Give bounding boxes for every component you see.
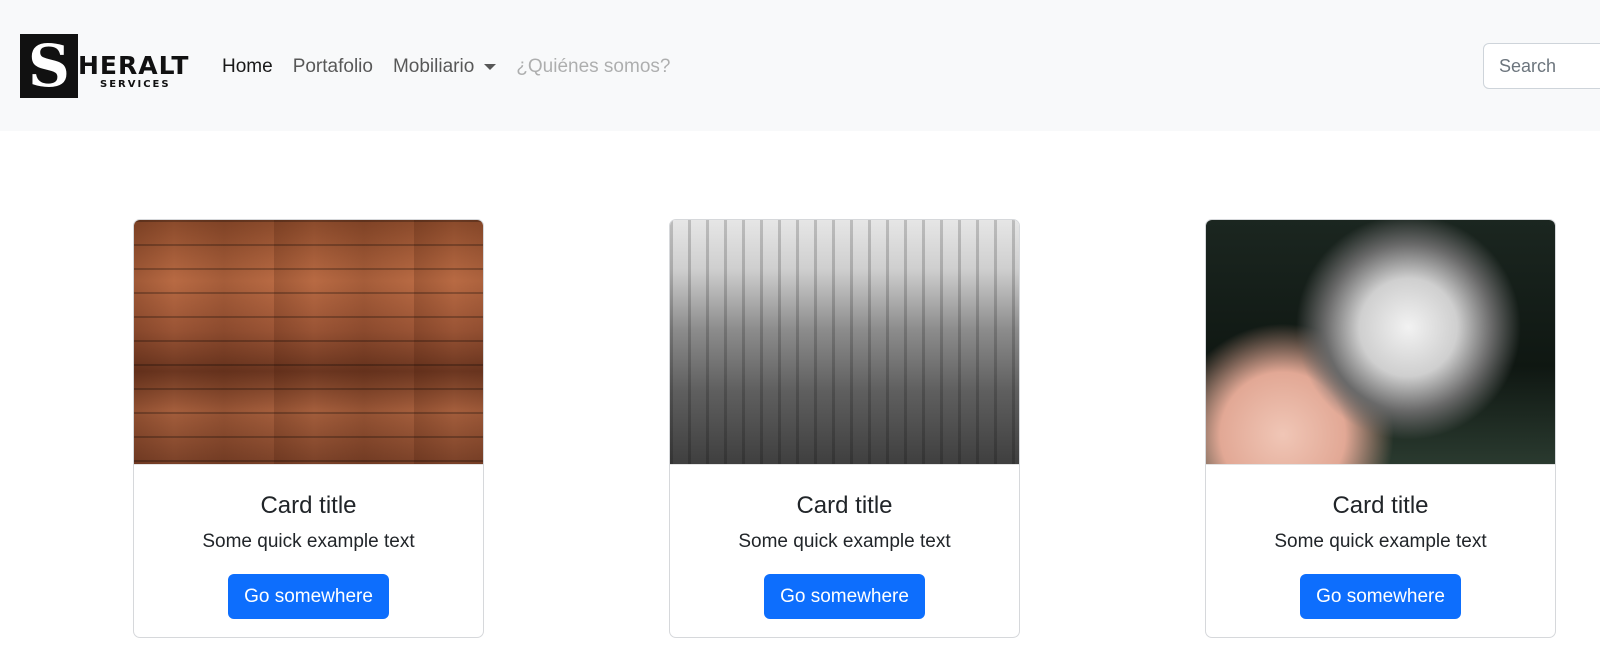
main-nav: Home Portafolio Mobiliario ¿Quiénes somo…	[222, 52, 690, 82]
nav-link-quienes-somos: ¿Quiénes somos?	[516, 56, 671, 77]
navbar: S HERALT SERVICES Home Portafolio Mobili…	[0, 0, 1600, 131]
dandelion-image	[1206, 220, 1555, 465]
card-1: Card title Some quick example text Go so…	[133, 219, 484, 638]
go-somewhere-button[interactable]: Go somewhere	[1300, 574, 1461, 619]
wood-planks-image	[134, 220, 483, 465]
card-body: Card title Some quick example text Go so…	[134, 465, 483, 619]
nav-link-portafolio[interactable]: Portafolio	[293, 56, 373, 78]
city-skyline-image	[670, 220, 1019, 465]
card-body: Card title Some quick example text Go so…	[1206, 465, 1555, 619]
nav-dropdown-mobiliario[interactable]: Mobiliario	[392, 56, 497, 78]
card-title: Card title	[1332, 492, 1429, 519]
brand-logo-subtitle: SERVICES	[100, 79, 171, 90]
brand-logo-letter: S	[20, 34, 78, 98]
go-somewhere-button[interactable]: Go somewhere	[764, 574, 925, 619]
brand-logo-word: HERALT	[78, 51, 190, 80]
card-3: Card title Some quick example text Go so…	[1205, 219, 1556, 638]
nav-link-home[interactable]: Home	[222, 56, 273, 78]
card-2: Card title Some quick example text Go so…	[669, 219, 1020, 638]
card-body: Card title Some quick example text Go so…	[670, 465, 1019, 619]
card-title: Card title	[796, 492, 893, 519]
card-text: Some quick example text	[202, 531, 415, 552]
card-title: Card title	[260, 492, 357, 519]
card-text: Some quick example text	[738, 531, 951, 552]
caret-down-icon	[484, 64, 497, 70]
nav-dropdown-mobiliario-label: Mobiliario	[392, 56, 475, 77]
brand-logo[interactable]: S HERALT SERVICES	[20, 34, 190, 100]
go-somewhere-button[interactable]: Go somewhere	[228, 574, 389, 619]
card-text: Some quick example text	[1274, 531, 1487, 552]
search-input[interactable]	[1483, 43, 1600, 89]
